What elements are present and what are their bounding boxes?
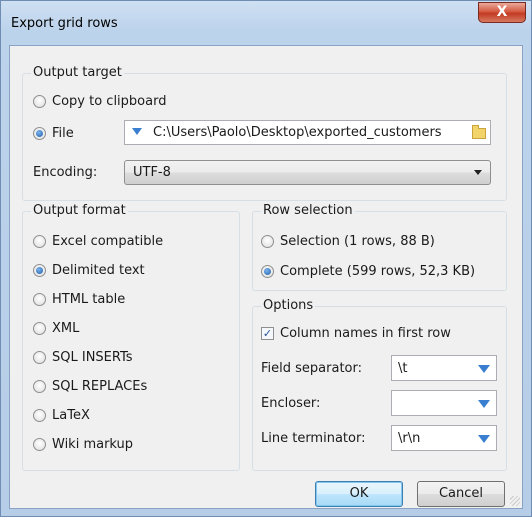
encoding-value: UTF-8 (133, 165, 171, 180)
line-terminator-value: \r\n (398, 431, 421, 446)
radio-label: File (52, 125, 74, 141)
radio-label: Delimited text (52, 262, 145, 278)
output-target-group: Output target Copy to clipboard File C:\… (22, 65, 507, 201)
radio-button[interactable] (33, 379, 46, 393)
row-selection-group: Row selection Selection (1 rows, 88 B) C… (252, 203, 507, 291)
export-dialog: Export grid rows X Output target Copy to… (0, 0, 532, 517)
radio-label: SQL REPLACEs (52, 378, 148, 394)
radio-label: Wiki markup (52, 436, 134, 452)
chevron-down-icon[interactable] (478, 365, 490, 373)
line-terminator-label: Line terminator: (261, 431, 366, 446)
radio-html-table[interactable]: HTML table (33, 290, 125, 308)
radio-label: Complete (599 rows, 52,3 KB) (280, 263, 476, 279)
chevron-down-icon[interactable] (132, 128, 142, 135)
radio-label: Excel compatible (52, 233, 164, 249)
chevron-down-icon[interactable] (474, 170, 482, 175)
close-icon: X (496, 4, 508, 20)
radio-xml[interactable]: XML (33, 319, 79, 337)
field-separator-label: Field separator: (261, 361, 362, 376)
output-target-title: Output target (31, 65, 124, 80)
cancel-button[interactable]: Cancel (417, 481, 505, 507)
radio-button[interactable] (33, 292, 46, 306)
radio-copy-to-clipboard[interactable]: Copy to clipboard (33, 92, 166, 110)
radio-button[interactable] (33, 437, 46, 451)
chevron-down-icon[interactable] (478, 435, 490, 443)
chevron-down-icon[interactable] (478, 400, 490, 408)
radio-button[interactable] (261, 234, 274, 248)
radio-button[interactable] (261, 264, 274, 278)
radio-selection[interactable]: Selection (1 rows, 88 B) (261, 232, 435, 250)
radio-button[interactable] (33, 94, 46, 108)
checkmark-icon[interactable]: ✓ (261, 326, 274, 340)
options-group: Options ✓ Column names in first row Fiel… (252, 298, 507, 471)
field-separator-value: \t (398, 361, 408, 376)
radio-button[interactable] (33, 263, 46, 277)
title-bar: Export grid rows X (1, 1, 531, 45)
dialog-body: Output target Copy to clipboard File C:\… (9, 45, 523, 509)
radio-button[interactable] (33, 126, 46, 140)
encoding-select[interactable]: UTF-8 (124, 160, 491, 185)
radio-delimited-text[interactable]: Delimited text (33, 261, 145, 279)
radio-sql-inserts[interactable]: SQL INSERTs (33, 348, 133, 366)
checkbox-label: Column names in first row (280, 325, 451, 341)
radio-latex[interactable]: LaTeX (33, 406, 90, 424)
radio-sql-replaces[interactable]: SQL REPLACEs (33, 377, 147, 395)
encloser-label: Encloser: (261, 396, 321, 411)
output-format-title: Output format (31, 203, 128, 218)
radio-complete[interactable]: Complete (599 rows, 52,3 KB) (261, 262, 475, 280)
row-selection-title: Row selection (261, 203, 355, 218)
ok-button[interactable]: OK (315, 481, 403, 507)
line-terminator-combo[interactable]: \r\n (391, 425, 497, 451)
radio-label: LaTeX (52, 407, 90, 423)
radio-label: Selection (1 rows, 88 B) (280, 233, 435, 249)
options-title: Options (261, 298, 316, 313)
radio-file[interactable]: File (33, 124, 74, 142)
field-separator-combo[interactable]: \t (391, 355, 497, 381)
column-names-checkbox-row[interactable]: ✓ Column names in first row (261, 324, 451, 342)
file-path-value: C:\Users\Paolo\Desktop\exported_customer… (153, 125, 442, 140)
radio-excel-compatible[interactable]: Excel compatible (33, 232, 163, 250)
encoding-label: Encoding: (33, 165, 98, 180)
radio-label: SQL INSERTs (52, 349, 133, 365)
file-path-field[interactable]: C:\Users\Paolo\Desktop\exported_customer… (124, 120, 491, 145)
radio-button[interactable] (33, 408, 46, 422)
radio-label: Copy to clipboard (52, 93, 167, 109)
resize-grip[interactable] (510, 496, 520, 506)
radio-button[interactable] (33, 234, 46, 248)
window-title: Export grid rows (11, 16, 118, 31)
radio-label: HTML table (52, 291, 126, 307)
close-button[interactable]: X (478, 2, 526, 23)
output-format-group: Output format Excel compatible Delimited… (22, 203, 240, 471)
radio-label: XML (52, 320, 80, 336)
radio-wiki-markup[interactable]: Wiki markup (33, 435, 133, 453)
radio-button[interactable] (33, 350, 46, 364)
folder-icon[interactable] (472, 125, 486, 139)
radio-button[interactable] (33, 321, 46, 335)
encloser-combo[interactable] (391, 390, 497, 416)
